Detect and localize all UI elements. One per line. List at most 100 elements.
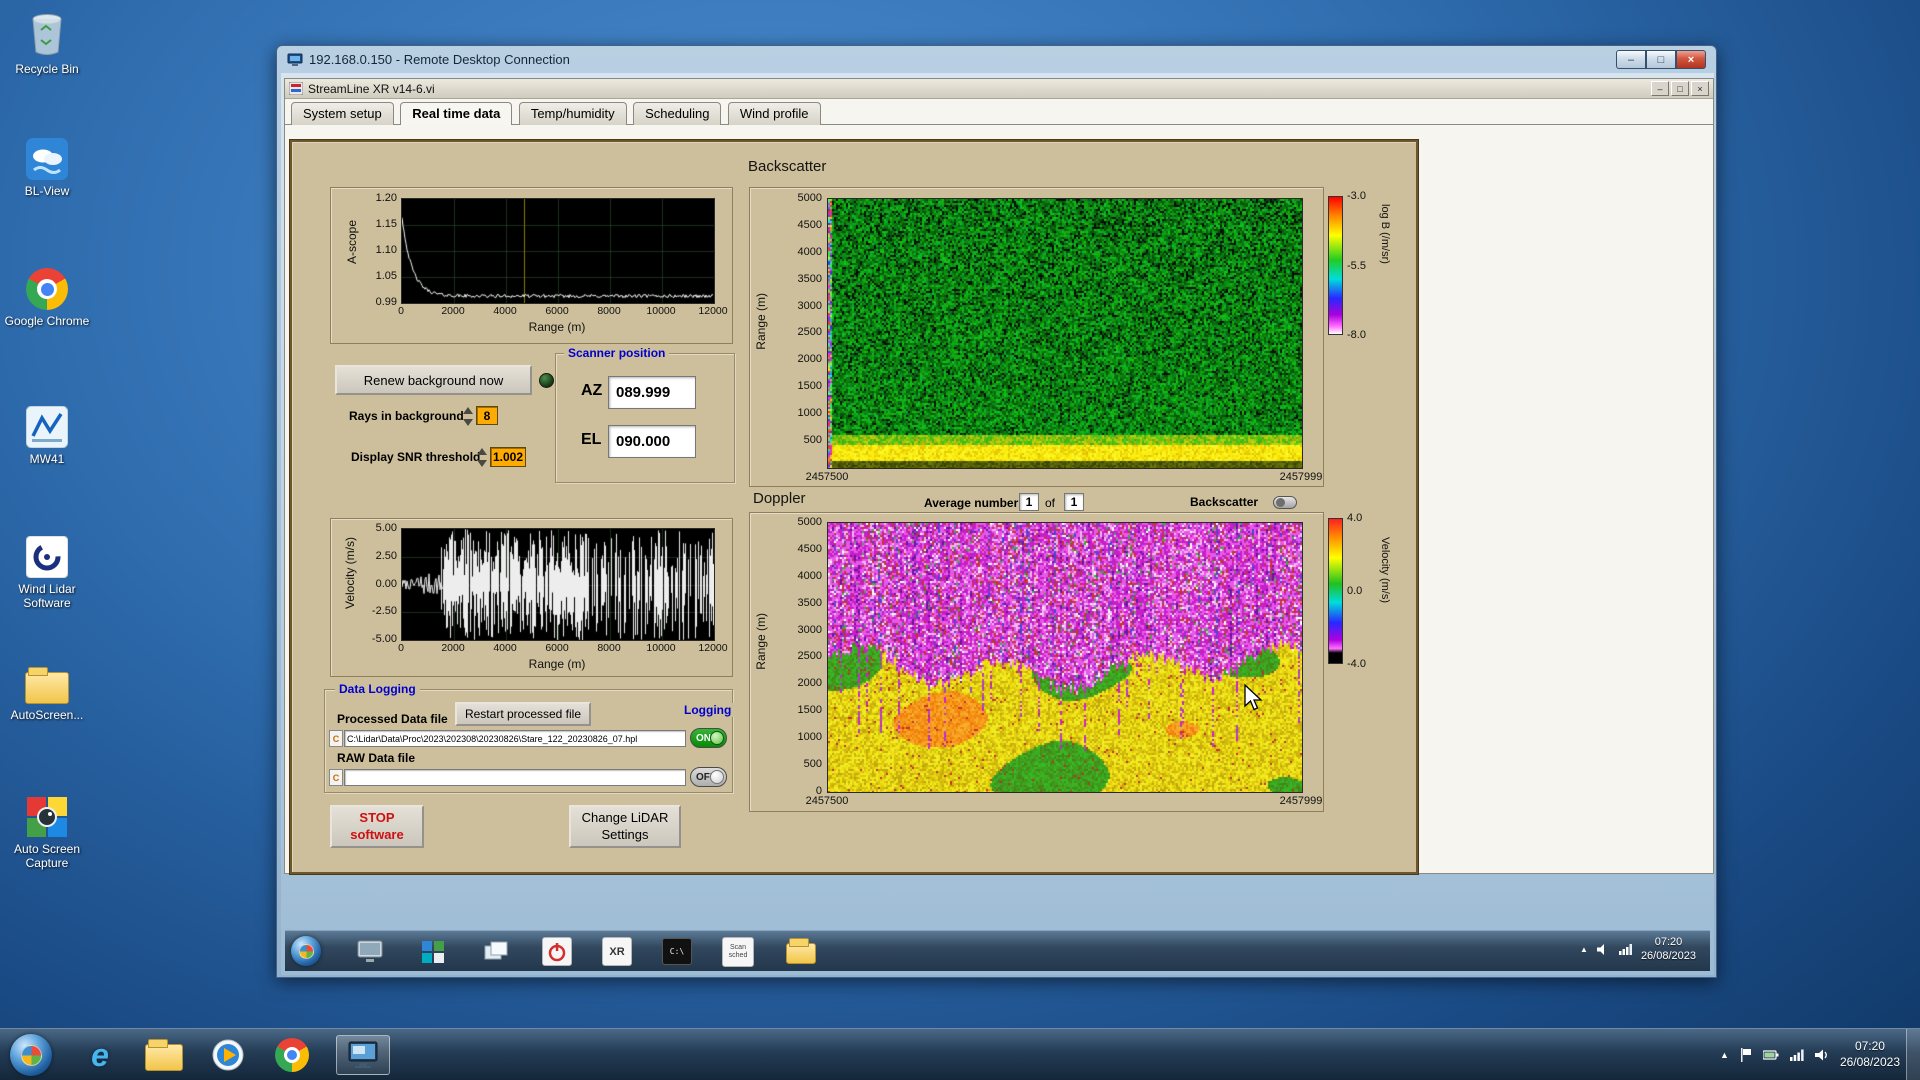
az-field[interactable]: 089.999 xyxy=(608,376,696,409)
taskbar-folder-icon[interactable] xyxy=(784,936,817,967)
rays-spinner[interactable] xyxy=(462,407,473,426)
tick-label: 0 xyxy=(398,305,404,317)
tray-chevron-icon[interactable]: ▲ xyxy=(1720,1050,1729,1060)
tab-temp-humidity[interactable]: Temp/humidity xyxy=(518,102,627,125)
taskbar-scan-sched-icon[interactable]: Scan sched xyxy=(722,936,754,967)
average-of-label: of xyxy=(1045,496,1056,510)
tab-real-time-data[interactable]: Real time data xyxy=(400,102,513,125)
remote-network-icon[interactable] xyxy=(1618,943,1632,955)
taskbar-xr-icon[interactable]: XR xyxy=(602,937,632,966)
tick-label: 3500 xyxy=(797,596,822,609)
host-clock-time: 07:20 xyxy=(1854,1039,1885,1054)
backscatter-toggle-label: Backscatter xyxy=(1190,495,1259,509)
rdp-taskbar-button[interactable] xyxy=(336,1035,390,1075)
remote-clock-date: 26/08/2023 xyxy=(1640,950,1696,963)
stop-software-button[interactable]: STOP software xyxy=(330,805,424,848)
tick-label: -3.0 xyxy=(1347,190,1366,202)
mouse-cursor xyxy=(1244,683,1263,711)
snr-threshold-field[interactable]: 1.002 xyxy=(490,447,526,467)
tick-label: 2457999 xyxy=(1279,471,1323,483)
renew-background-button[interactable]: Renew background now xyxy=(335,365,532,395)
desktop-icon-wind-lidar[interactable]: Wind Lidar Software xyxy=(2,536,92,611)
chrome-icon xyxy=(26,268,68,310)
tab-wind-profile[interactable]: Wind profile xyxy=(727,102,821,125)
host-clock-date: 26/08/2023 xyxy=(1839,1055,1900,1069)
tray-battery-icon[interactable] xyxy=(1762,1050,1779,1060)
taskbar-monitor-icon[interactable] xyxy=(353,936,386,967)
app-restore-button[interactable]: □ xyxy=(1671,81,1689,96)
tray-network-icon[interactable] xyxy=(1789,1049,1804,1061)
processed-logging-toggle[interactable]: ON xyxy=(690,728,727,748)
taskbar-cmd-icon[interactable]: C:\ xyxy=(662,938,692,965)
tick-label: -5.5 xyxy=(1347,259,1366,272)
rays-in-background-field[interactable]: 8 xyxy=(476,406,498,425)
average-total-field[interactable]: 1 xyxy=(1064,493,1084,511)
desktop-icon-chrome[interactable]: Google Chrome xyxy=(2,268,92,328)
change-lidar-settings-button[interactable]: Change LiDAR Settings xyxy=(569,805,681,848)
icon-label: Auto Screen Capture xyxy=(13,842,81,871)
app-minimize-button[interactable]: – xyxy=(1651,81,1669,96)
snr-spinner[interactable] xyxy=(476,448,487,467)
backscatter-colorbar-ticks: -3.0 -5.5 -8.0 xyxy=(1347,190,1381,341)
close-button[interactable]: × xyxy=(1676,50,1706,69)
processed-file-path-field[interactable]: C:\Lidar\Data\Proc\2023\202308\20230826\… xyxy=(344,730,686,747)
tick-label: 6000 xyxy=(545,642,569,654)
icon-label: MW41 xyxy=(29,452,65,466)
desktop-icon-autoscreen-folder[interactable]: AutoScreen... xyxy=(2,664,92,722)
tick-label: 10000 xyxy=(646,305,676,317)
tick-label: 500 xyxy=(803,758,822,771)
data-logging-title: Data Logging xyxy=(335,682,420,696)
windows-flag-icon xyxy=(20,1044,42,1066)
tick-label: 8000 xyxy=(597,305,621,317)
tray-flag-icon[interactable] xyxy=(1740,1048,1752,1062)
backscatter-plot xyxy=(827,198,1303,469)
tick-label: 1000 xyxy=(797,731,822,744)
folder-icon xyxy=(25,667,69,704)
app-titlebar[interactable]: StreamLine XR v14-6.vi – □ × xyxy=(285,79,1713,99)
doppler-plot xyxy=(827,522,1303,793)
remote-volume-icon[interactable] xyxy=(1596,943,1610,955)
desktop-icon-bl-view[interactable]: BL-View xyxy=(2,138,92,198)
tick-label: 4500 xyxy=(797,218,822,231)
maximize-button[interactable]: □ xyxy=(1646,50,1676,69)
tick-label: 2500 xyxy=(797,326,822,339)
taskbar-window-icon[interactable] xyxy=(479,936,512,967)
raw-logging-toggle[interactable]: OFF xyxy=(690,767,727,787)
app-close-button[interactable]: × xyxy=(1691,81,1709,96)
scan-sched-icon-label: Scan sched xyxy=(728,943,748,959)
wind-lidar-icon xyxy=(26,536,68,578)
tray-volume-icon[interactable] xyxy=(1814,1049,1829,1061)
average-number-field[interactable]: 1 xyxy=(1019,493,1039,511)
windows-explorer-icon[interactable] xyxy=(144,1035,184,1075)
taskbar-app-grid-icon[interactable] xyxy=(416,936,449,967)
el-field[interactable]: 090.000 xyxy=(608,425,696,458)
tick-label: 1.10 xyxy=(375,244,397,256)
tick-label: 1500 xyxy=(797,704,822,717)
velocity-x-ticks: 0 2000 4000 6000 8000 10000 12000 xyxy=(385,642,729,654)
minimize-button[interactable]: – xyxy=(1616,50,1646,69)
backscatter-graph: Range (m) 5000 4500 4000 3500 3000 2500 2000 15… xyxy=(749,187,1324,487)
remote-tray-chevron-icon[interactable]: ▲ xyxy=(1580,945,1588,954)
internet-explorer-icon[interactable]: e xyxy=(80,1035,120,1075)
remote-start-button[interactable] xyxy=(291,936,321,966)
icon-label: Google Chrome xyxy=(4,314,90,328)
raw-file-path-field[interactable] xyxy=(344,769,686,786)
rays-in-background-label: Rays in background xyxy=(349,409,464,423)
tab-scheduling[interactable]: Scheduling xyxy=(633,102,722,125)
rdp-titlebar[interactable]: 192.168.0.150 - Remote Desktop Connectio… xyxy=(281,46,1712,73)
taskbar-power-icon[interactable] xyxy=(542,937,572,966)
show-desktop-button[interactable] xyxy=(1906,1029,1920,1080)
restart-processed-file-button[interactable]: Restart processed file xyxy=(455,702,591,726)
start-button[interactable] xyxy=(10,1034,52,1076)
remote-clock[interactable]: 07:20 26/08/2023 xyxy=(1641,935,1696,964)
tick-label: 10000 xyxy=(646,642,676,654)
scanner-position-group: Scanner position AZ 089.999 EL 090.000 xyxy=(555,346,735,483)
backscatter-display-toggle[interactable] xyxy=(1273,496,1297,509)
host-clock[interactable]: 07:20 26/08/2023 xyxy=(1840,1039,1900,1070)
media-player-icon[interactable] xyxy=(208,1035,248,1075)
desktop-icon-auto-screen-capture[interactable]: Auto Screen Capture xyxy=(2,796,92,871)
desktop-icon-recycle-bin[interactable]: Recycle Bin xyxy=(2,10,92,76)
desktop-icon-mw41[interactable]: MW41 xyxy=(2,406,92,466)
chrome-taskbar-icon[interactable] xyxy=(272,1035,312,1075)
tab-system-setup[interactable]: System setup xyxy=(291,102,394,125)
